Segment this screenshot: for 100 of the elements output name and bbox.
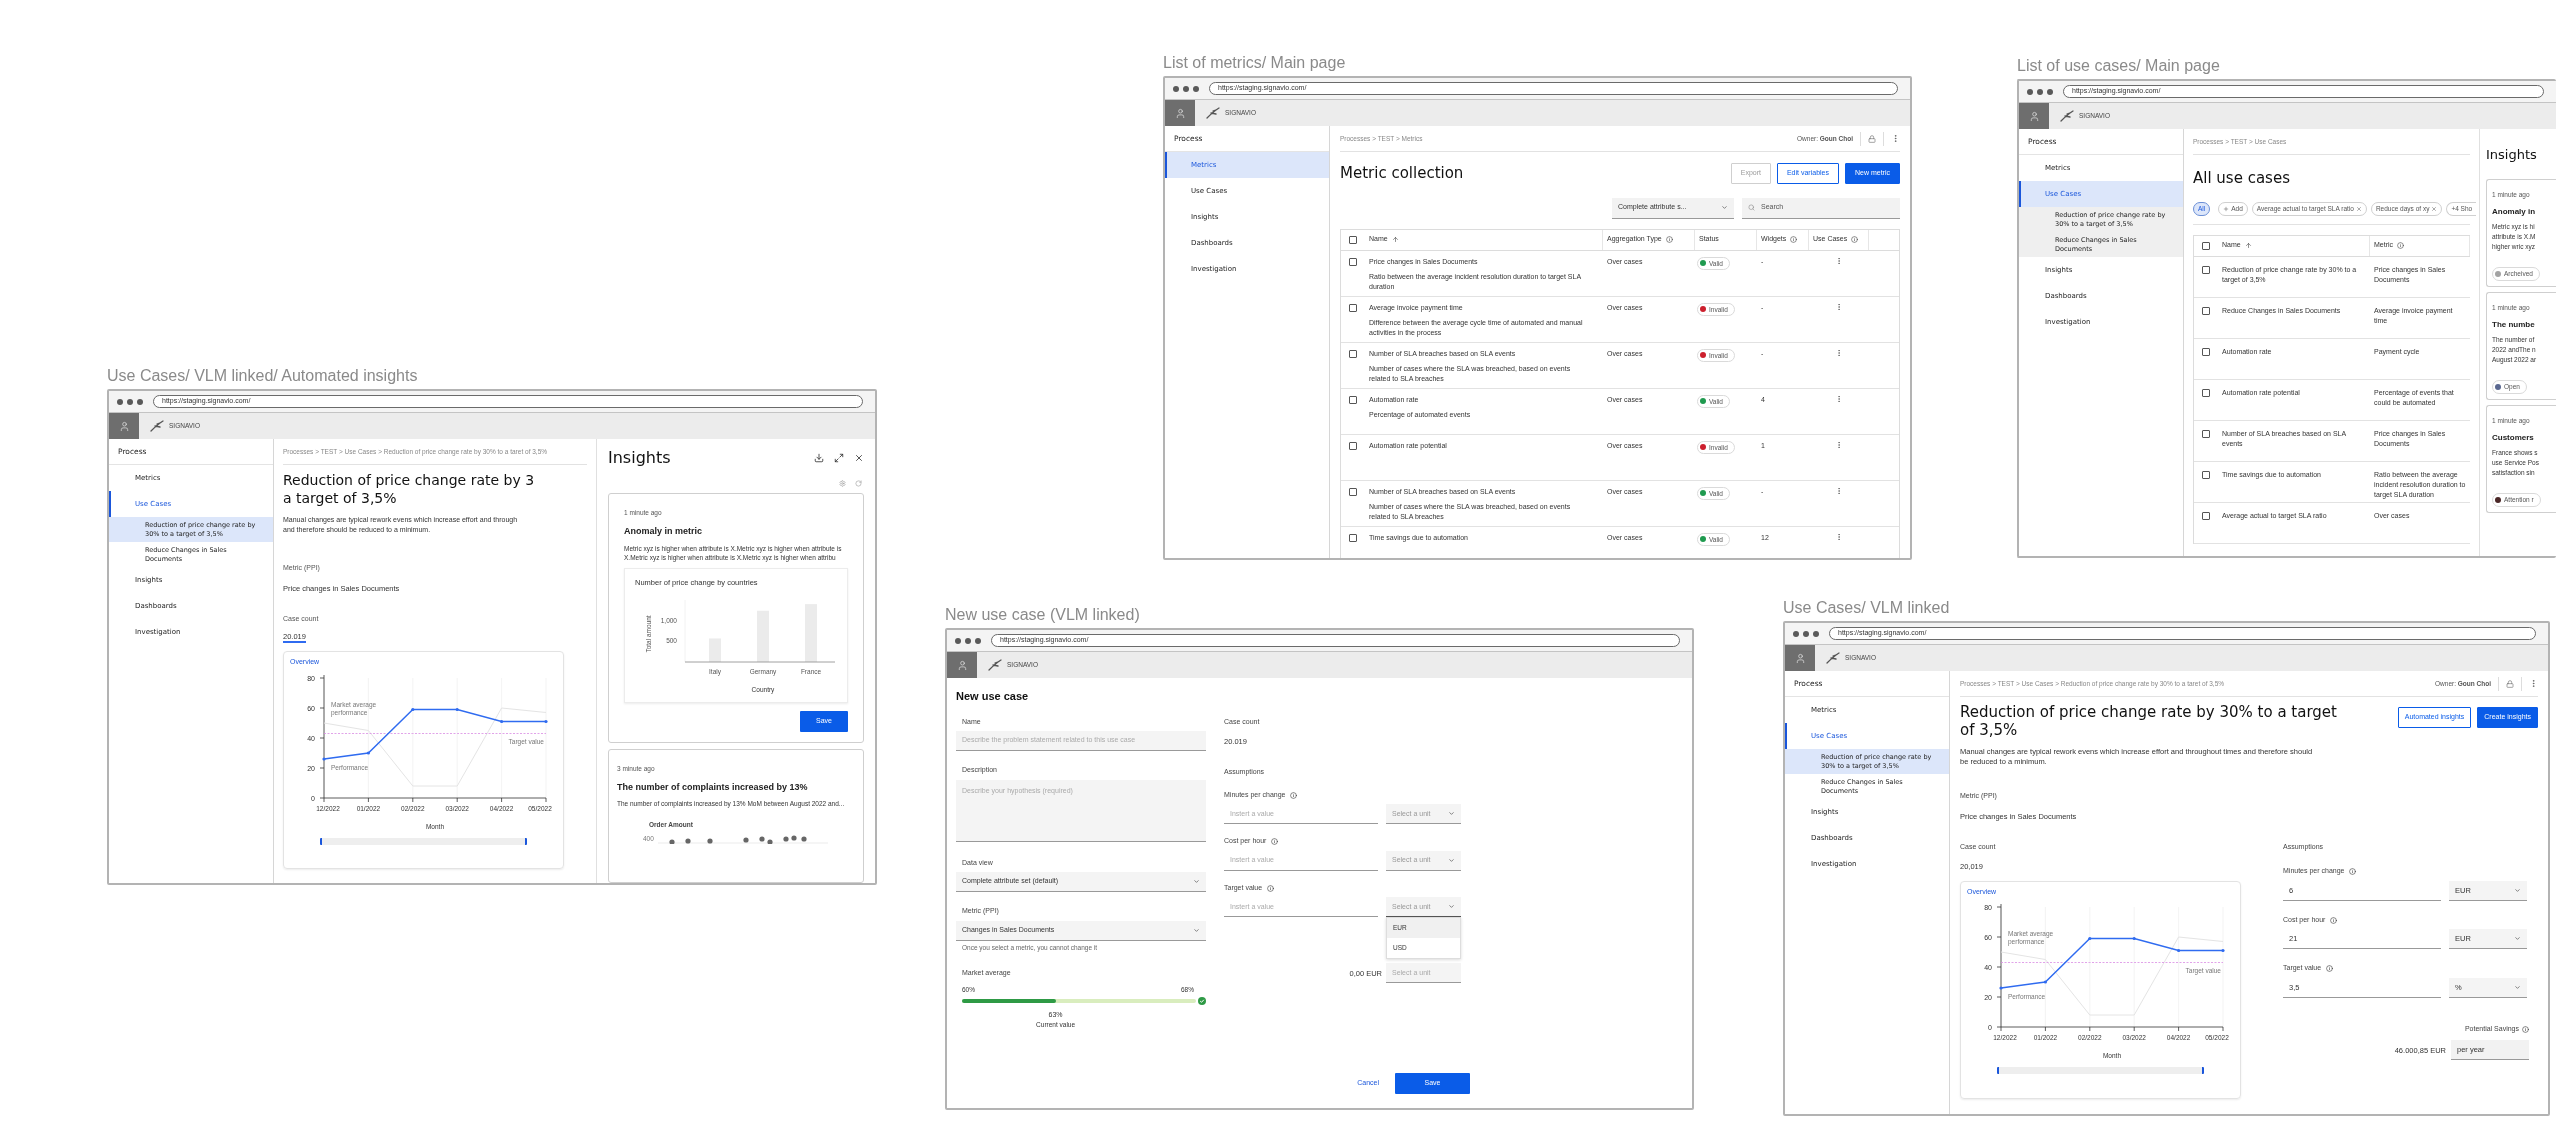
chevron-down-icon <box>2514 935 2521 943</box>
info-icon <box>2349 868 2357 875</box>
data-point <box>2043 980 2047 984</box>
checkbox[interactable] <box>1349 349 1357 358</box>
info-icon <box>1271 838 1279 845</box>
checkbox[interactable] <box>2202 241 2210 250</box>
panel-title: Insights <box>2486 146 2538 164</box>
data-point <box>2177 948 2181 953</box>
plus-icon <box>2223 205 2230 212</box>
more-icon[interactable] <box>1835 532 1843 541</box>
checkbox[interactable] <box>1349 395 1357 404</box>
info-icon <box>1790 236 1798 243</box>
more-icon[interactable] <box>1835 394 1843 403</box>
search-icon <box>1748 204 1755 211</box>
info-icon <box>2522 1025 2529 1033</box>
info-icon <box>2330 916 2338 924</box>
more-icon[interactable] <box>1891 134 1900 143</box>
data-point <box>322 757 326 761</box>
range-slider[interactable] <box>320 837 527 845</box>
more-icon[interactable] <box>1835 302 1843 311</box>
logo-icon <box>988 659 1002 671</box>
checkbox[interactable] <box>2202 470 2210 479</box>
insight-title: The number of complaints increased by 13% <box>617 780 809 794</box>
close-icon <box>2355 205 2362 212</box>
chevron-down-icon <box>2514 983 2521 991</box>
page-title: All use cases <box>2193 168 2291 189</box>
sort-arrow-icon[interactable] <box>1391 236 1399 243</box>
sort-arrow-icon[interactable] <box>2244 242 2252 249</box>
data-point <box>544 719 548 723</box>
info-icon <box>2326 965 2334 972</box>
info-icon <box>1851 236 1859 243</box>
insight-title: Customers <box>2492 432 2535 445</box>
panel-title: Insights <box>608 447 671 469</box>
frame-caption: New use case (VLM linked) <box>945 606 1141 624</box>
checkbox[interactable] <box>1349 303 1357 312</box>
chevron-down-icon <box>1721 204 1728 211</box>
checkbox[interactable] <box>2202 429 2210 438</box>
more-icon[interactable] <box>1835 440 1843 449</box>
data-point <box>500 719 504 723</box>
person-icon <box>2028 110 2040 122</box>
checkbox[interactable] <box>2202 511 2210 520</box>
logo-icon <box>2060 110 2074 122</box>
lock-icon[interactable] <box>2506 679 2514 688</box>
chevron-down-icon <box>1448 810 1455 818</box>
data-point <box>411 707 415 711</box>
logo-icon <box>150 420 164 432</box>
checkbox[interactable] <box>2202 347 2210 356</box>
data-point <box>1999 986 2003 990</box>
data-point <box>2088 936 2092 941</box>
data-point <box>2132 936 2136 941</box>
close-icon <box>2431 205 2438 212</box>
chevron-down-icon <box>1448 903 1455 911</box>
data-point <box>455 707 459 711</box>
more-icon[interactable] <box>1835 486 1843 495</box>
checkbox[interactable] <box>1349 487 1357 496</box>
info-icon <box>1665 236 1673 243</box>
page-title: Metric collection <box>1340 163 1464 184</box>
checkbox[interactable] <box>1349 533 1357 542</box>
checkbox[interactable] <box>2202 306 2210 315</box>
person-icon <box>1174 107 1186 119</box>
person-icon <box>956 659 968 671</box>
info-icon <box>1290 791 1298 799</box>
bar <box>709 638 721 662</box>
checkbox[interactable] <box>1349 257 1357 266</box>
logo-icon <box>1826 652 1840 664</box>
data-point <box>2221 948 2225 953</box>
insight-title: Anomaly in metric <box>624 525 704 539</box>
info-icon <box>1267 884 1275 892</box>
more-icon[interactable] <box>1835 256 1843 265</box>
bar <box>757 610 769 662</box>
page-title: Reduction of price change rate by 30% to a target of 3,5% <box>1960 703 2338 739</box>
page-title: New use case <box>956 689 1030 704</box>
person-icon <box>118 420 130 432</box>
data-point <box>366 751 370 755</box>
chevron-down-icon <box>1448 856 1455 864</box>
close-icon[interactable] <box>854 453 864 463</box>
chevron-down-icon <box>2514 886 2521 894</box>
frame-caption: Use Cases/ VLM linked <box>1783 599 1951 617</box>
frame-caption: List of use cases/ Main page <box>2017 57 2221 75</box>
more-icon[interactable] <box>1835 348 1843 357</box>
frame-caption: Use Cases/ VLM linked/ Automated insights <box>107 367 419 385</box>
person-icon <box>1794 652 1806 664</box>
range-slider[interactable] <box>1997 1067 2204 1074</box>
checkbox[interactable] <box>1349 235 1357 244</box>
insight-title: The numbe <box>2492 319 2536 332</box>
chevron-down-icon <box>1193 926 1200 934</box>
insight-title: Anomaly in <box>2492 206 2537 219</box>
frame-caption: List of metrics/ Main page <box>1163 54 1347 72</box>
bar <box>805 604 817 662</box>
checkbox[interactable] <box>2202 388 2210 397</box>
download-icon[interactable] <box>814 453 824 463</box>
expand-icon[interactable] <box>834 453 844 463</box>
checkbox[interactable] <box>2202 265 2210 274</box>
lock-icon[interactable] <box>1868 134 1876 143</box>
check-circle-icon <box>1198 996 1206 1005</box>
page-title: Reduction of price change rate by 3 a target of 3,5% <box>283 471 536 507</box>
more-icon[interactable] <box>2529 679 2538 688</box>
logo-icon <box>1206 107 1220 119</box>
chevron-down-icon <box>1193 878 1200 885</box>
checkbox[interactable] <box>1349 441 1357 450</box>
